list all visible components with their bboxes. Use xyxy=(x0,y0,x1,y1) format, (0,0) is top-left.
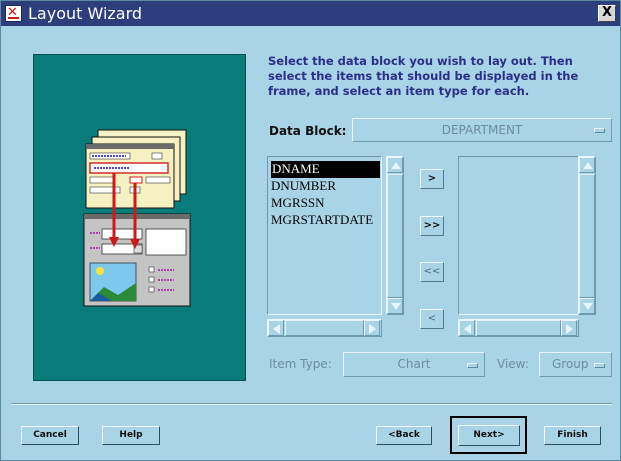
scroll-right-icon[interactable] xyxy=(364,320,380,336)
item-type-label: Item Type: xyxy=(269,357,332,371)
back-button[interactable]: <Back xyxy=(376,426,432,445)
displayed-vertical-scrollbar[interactable] xyxy=(578,156,596,315)
scroll-left-icon[interactable] xyxy=(459,320,475,336)
data-block-label: Data Block: xyxy=(269,124,347,138)
separator xyxy=(11,403,612,405)
oracle-x-icon: ✕ xyxy=(5,5,22,22)
list-item[interactable]: MGRSSN xyxy=(271,195,380,212)
list-item[interactable]: DNAME xyxy=(271,161,380,178)
data-block-value: DEPARTMENT xyxy=(441,123,523,137)
displayed-items-list[interactable] xyxy=(458,156,579,315)
item-type-select[interactable]: Chart xyxy=(343,352,485,377)
item-type-value: Chart xyxy=(397,357,431,371)
data-block-select[interactable]: DEPARTMENT xyxy=(352,118,612,142)
scroll-thumb[interactable] xyxy=(476,320,561,336)
scroll-up-icon[interactable] xyxy=(579,157,595,173)
move-one-button[interactable]: > xyxy=(420,169,444,189)
scroll-thumb[interactable] xyxy=(285,320,364,336)
available-vertical-scrollbar[interactable] xyxy=(386,156,404,315)
close-button[interactable]: X xyxy=(598,5,616,22)
help-button[interactable]: Help xyxy=(102,426,160,445)
dropdown-icon xyxy=(594,128,605,133)
scroll-thumb[interactable] xyxy=(579,174,595,298)
available-horizontal-scrollbar[interactable] xyxy=(267,319,382,337)
window-title: Layout Wizard xyxy=(28,4,143,23)
scroll-right-icon[interactable] xyxy=(561,320,577,336)
scroll-thumb[interactable] xyxy=(387,174,403,298)
remove-one-button[interactable]: < xyxy=(420,309,444,329)
dropdown-icon xyxy=(467,362,478,368)
list-item[interactable]: DNUMBER xyxy=(271,178,380,195)
next-button[interactable]: Next> xyxy=(458,425,520,446)
scroll-down-icon[interactable] xyxy=(387,298,403,314)
remove-all-button[interactable]: << xyxy=(420,262,444,282)
layout-illustration-icon xyxy=(83,129,191,307)
cancel-button[interactable]: Cancel xyxy=(21,426,79,445)
view-label: View: xyxy=(497,357,529,371)
available-items-list[interactable]: DNAME DNUMBER MGRSSN MGRSTARTDATE xyxy=(267,156,382,315)
displayed-horizontal-scrollbar[interactable] xyxy=(458,319,579,337)
title-bar: ✕ Layout Wizard X xyxy=(1,1,620,26)
move-all-button[interactable]: >> xyxy=(420,216,444,236)
finish-button[interactable]: Finish xyxy=(544,426,601,445)
scroll-down-icon[interactable] xyxy=(579,298,595,314)
wizard-illustration xyxy=(33,54,246,381)
view-value: Group xyxy=(552,357,589,371)
scroll-left-icon[interactable] xyxy=(268,320,284,336)
layout-wizard-window: ✕ Layout Wizard X Select the data block … xyxy=(0,0,621,461)
list-item[interactable]: MGRSTARTDATE xyxy=(271,212,380,229)
dropdown-icon xyxy=(594,362,605,368)
scroll-up-icon[interactable] xyxy=(387,157,403,173)
view-select[interactable]: Group xyxy=(539,352,612,377)
instructions-text: Select the data block you wish to lay ou… xyxy=(268,54,579,98)
